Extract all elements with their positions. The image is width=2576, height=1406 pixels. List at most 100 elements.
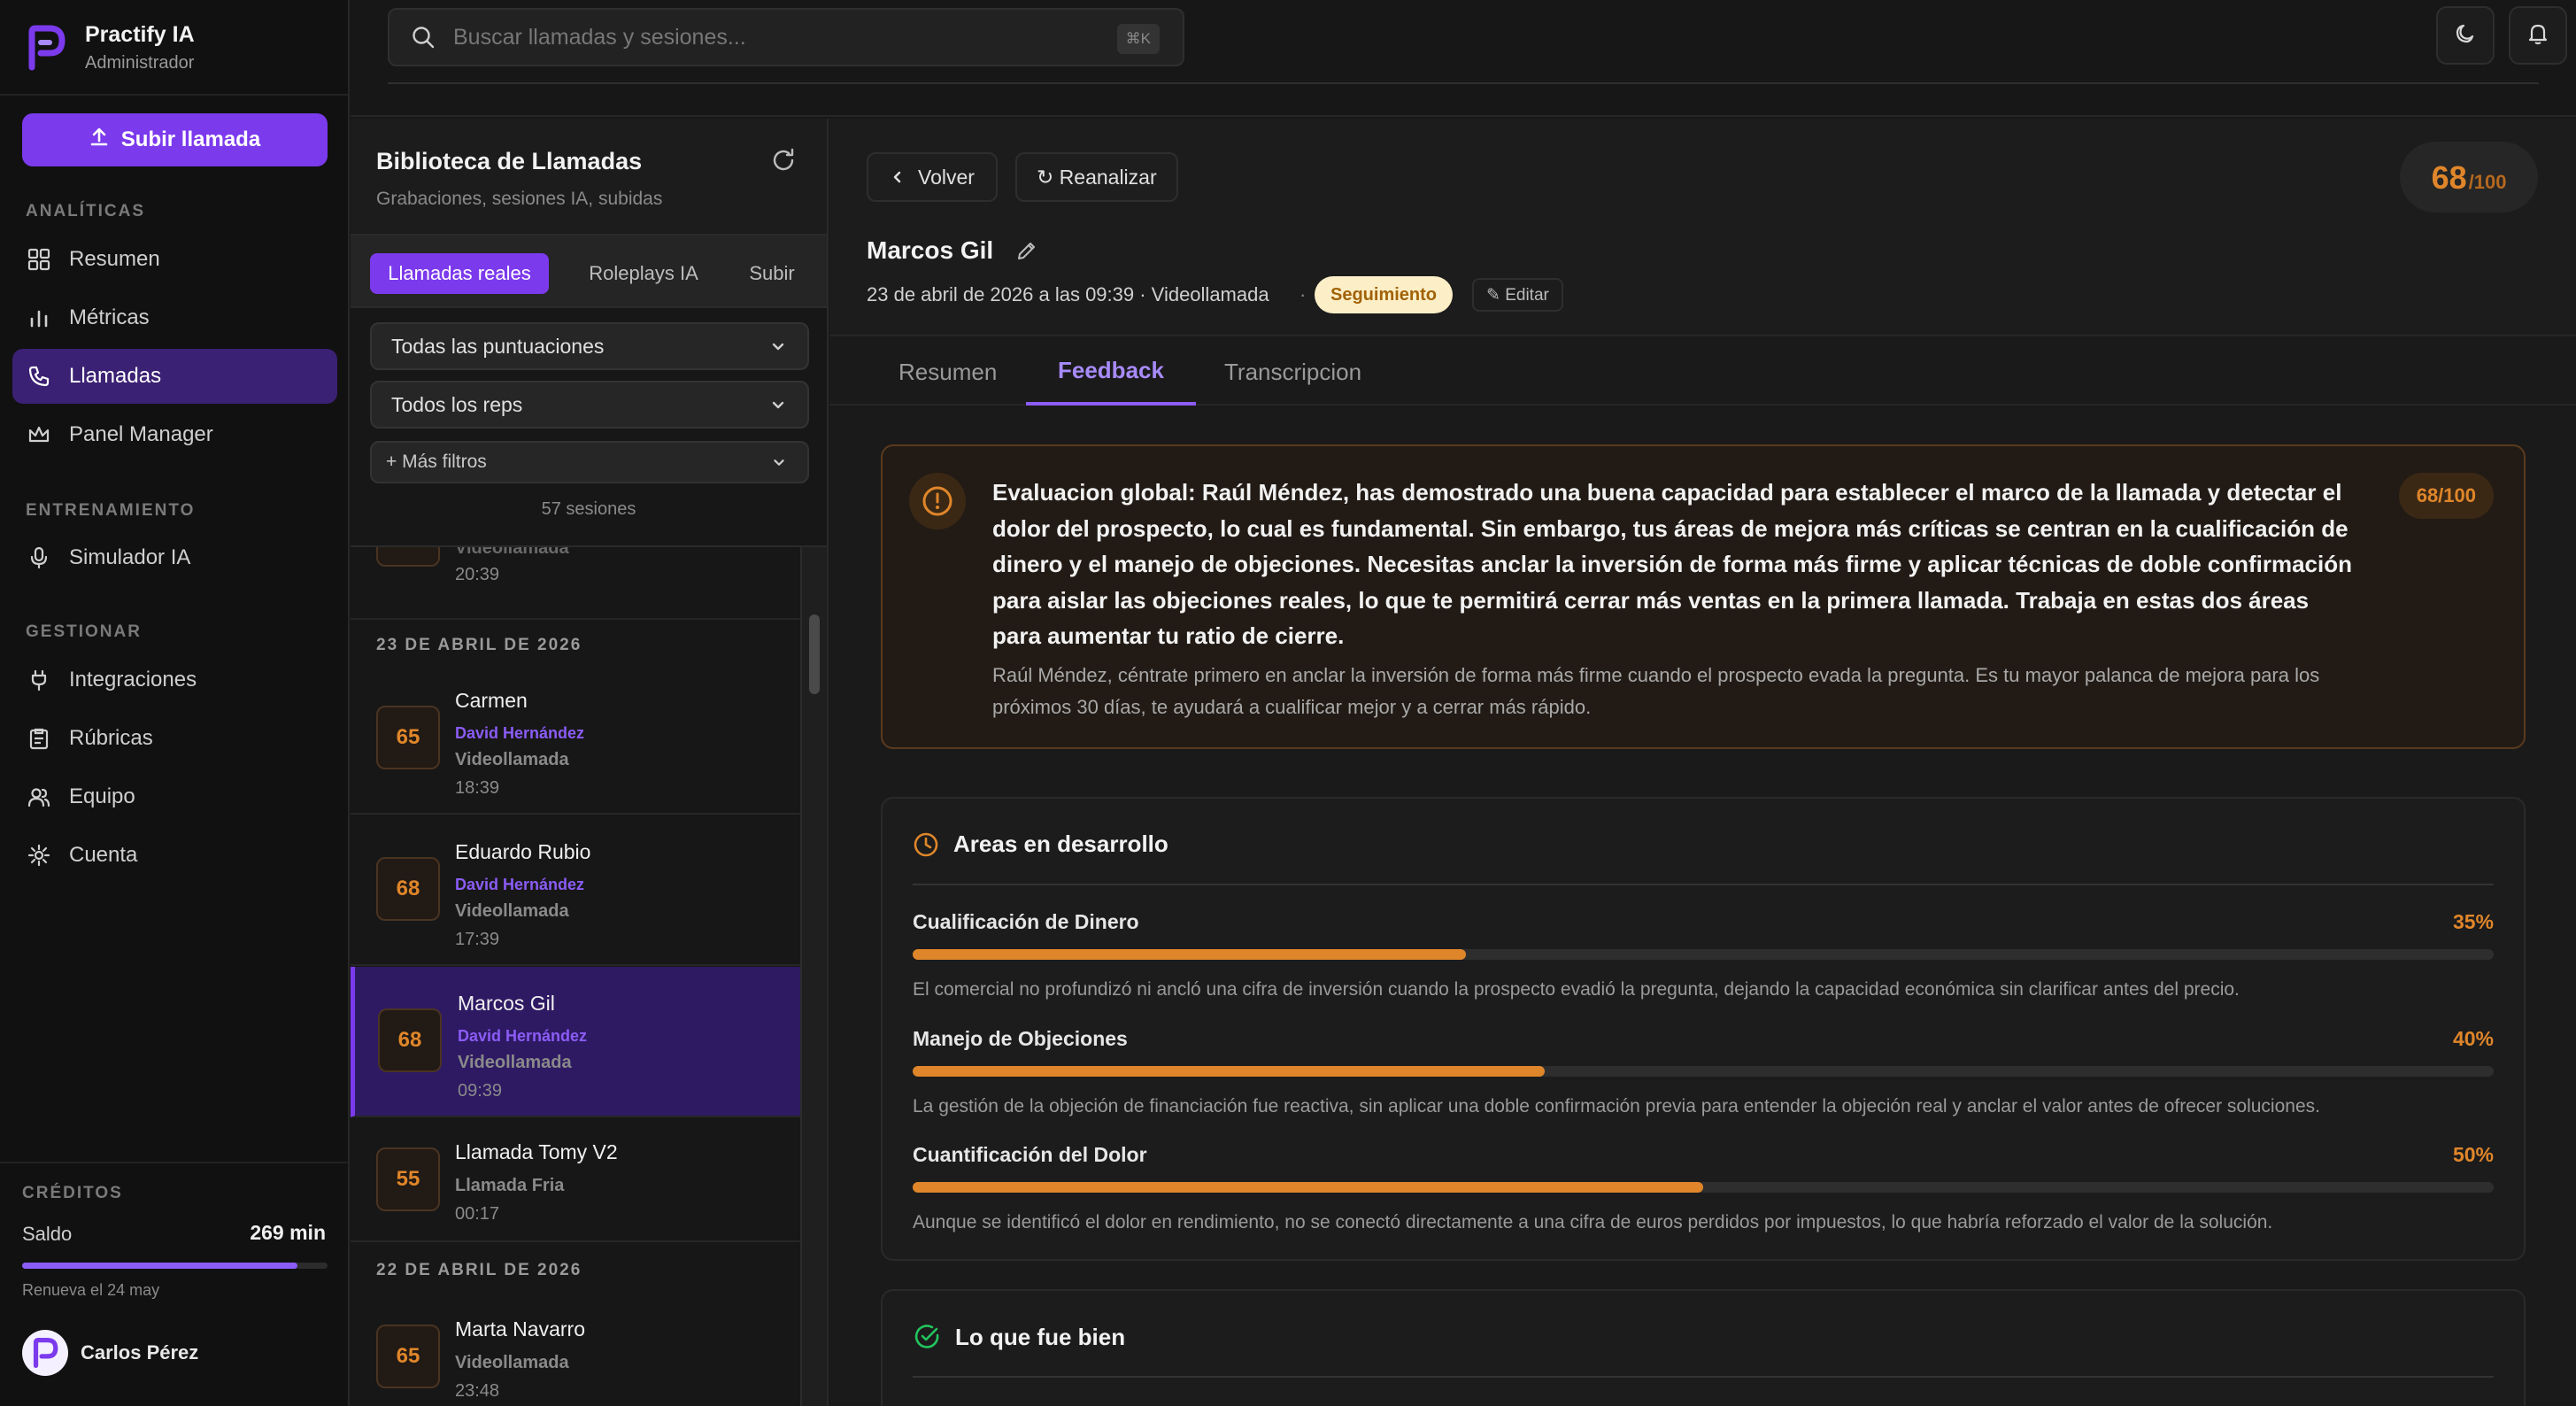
tab-roleplays[interactable]: Roleplays IA: [559, 253, 728, 294]
detail-tabs: Resumen Feedback Transcripcion: [829, 338, 2576, 406]
strengths-title-text: Lo que fue bien: [955, 1323, 1126, 1350]
clipboard-icon: [27, 726, 51, 751]
status-badge[interactable]: Seguimiento: [1315, 276, 1454, 313]
list-item[interactable]: 68 Eduardo Rubio David Hernández Videoll…: [351, 815, 800, 966]
chevron-down-icon: [768, 395, 788, 420]
sidebar-item-resumen[interactable]: Resumen: [12, 232, 337, 287]
bar-chart-icon: [27, 305, 51, 330]
sidebar-item-integraciones[interactable]: Integraciones: [12, 653, 337, 707]
list-item-selected[interactable]: 68 Marcos Gil David Hernández Videollama…: [351, 967, 800, 1117]
call-name: Carmen: [455, 689, 528, 712]
sidebar-item-equipo[interactable]: Equipo: [12, 769, 337, 824]
strengths-title: Lo que fue bien: [913, 1323, 1125, 1351]
sidebar-item-label: Simulador IA: [69, 545, 191, 569]
score-badge: 68: [378, 1008, 442, 1072]
sidebar-item-rubricas[interactable]: Rúbricas: [12, 711, 337, 766]
chevron-down-icon: [770, 453, 788, 476]
edit-name-icon[interactable]: [1015, 239, 1038, 267]
sidebar-item-cuenta[interactable]: Cuenta: [12, 828, 337, 883]
divider: [388, 82, 2539, 84]
credits-label: CRÉDITOS: [22, 1184, 123, 1202]
call-type: Videollamada: [455, 750, 569, 769]
area-progress-bar: [913, 949, 2494, 960]
list-item[interactable]: 65 Marta Navarro Videollamada 23:48: [351, 1289, 800, 1406]
tab-feedback[interactable]: Feedback: [1026, 338, 1196, 406]
call-rep: David Hernández: [455, 876, 585, 893]
scrollbar-thumb[interactable]: [809, 614, 820, 694]
reanalyze-label: ↻ Reanalizar: [1037, 165, 1157, 189]
reanalyze-button[interactable]: ↻ Reanalizar: [1015, 152, 1178, 202]
search-input[interactable]: Buscar llamadas y sesiones... ⌘K: [388, 8, 1184, 66]
score-filter-select[interactable]: Todas las puntuaciones: [370, 322, 809, 370]
area-description: Aunque se identificó el dolor en rendimi…: [913, 1212, 2273, 1232]
sidebar-item-llamadas[interactable]: Llamadas: [12, 349, 337, 404]
credits-bar: [22, 1263, 328, 1269]
edit-button[interactable]: ✎ Editar: [1472, 278, 1563, 312]
overall-score-badge: 68/100: [2398, 473, 2494, 519]
gear-icon: [27, 843, 51, 868]
score-filter-value: Todas las puntuaciones: [391, 334, 605, 358]
call-time: 17:39: [455, 930, 500, 949]
sidebar-item-label: Equipo: [69, 784, 135, 808]
call-type: Videollamada: [455, 1353, 569, 1372]
tab-transcripcion[interactable]: Transcripcion: [1224, 338, 1361, 406]
call-name: Marcos Gil: [458, 992, 555, 1015]
phone-icon: [27, 364, 51, 389]
overall-evaluation-card: Evaluacion global: Raúl Méndez, has demo…: [881, 444, 2526, 749]
area-progress-fill: [913, 949, 1467, 960]
areas-title: Areas en desarrollo: [913, 830, 1168, 858]
contact-name: Marcos Gil: [867, 236, 994, 264]
tab-subir[interactable]: Subir: [735, 253, 809, 294]
call-time: 09:39: [458, 1081, 503, 1101]
sidebar-item-label: Resumen: [69, 247, 160, 271]
tab-resumen[interactable]: Resumen: [899, 338, 997, 406]
area-description: La gestión de la objeción de financiació…: [913, 1096, 2320, 1116]
sidebar-item-label: Rúbricas: [69, 726, 153, 750]
sidebar-item-metricas[interactable]: Métricas: [12, 290, 337, 345]
upload-call-button[interactable]: Subir llamada: [22, 113, 328, 166]
session-count: 57 sesiones: [541, 499, 636, 519]
call-time: 23:48: [455, 1381, 500, 1401]
theme-toggle-button[interactable]: [2436, 6, 2495, 65]
alert-circle-icon: [909, 473, 966, 529]
user-profile[interactable]: Carlos Pérez: [22, 1330, 198, 1376]
sidebar-item-label: Llamadas: [69, 364, 162, 388]
search-icon: [411, 25, 436, 50]
sidebar-item-label: Integraciones: [69, 668, 197, 691]
call-time: 00:17: [455, 1204, 500, 1224]
notifications-button[interactable]: [2509, 6, 2567, 65]
refresh-icon[interactable]: [770, 147, 797, 178]
rep-filter-select[interactable]: Todos los reps: [370, 381, 809, 429]
back-label: Volver: [918, 165, 975, 189]
area-description: El comercial no profundizó ni ancló una …: [913, 979, 2240, 1000]
topbar: Buscar llamadas y sesiones... ⌘K: [351, 0, 2576, 117]
list-item[interactable]: 55 Llamada Tomy V2 Llamada Fria 00:17: [351, 1118, 800, 1242]
call-rep: David Hernández: [458, 1027, 588, 1045]
back-button[interactable]: Volver: [867, 152, 998, 202]
crown-icon: [27, 422, 51, 447]
score-value: 68: [2431, 159, 2467, 196]
detail-header: Volver ↻ Reanalizar 68 /100 Marcos Gil 2…: [829, 119, 2576, 336]
sidebar-item-simulador[interactable]: Simulador IA: [12, 530, 337, 585]
call-name: Llamada Tomy V2: [455, 1140, 618, 1163]
rep-filter-value: Todos los reps: [391, 392, 523, 416]
upload-icon: [89, 127, 109, 153]
area-progress-fill: [913, 1182, 1703, 1193]
call-library: Biblioteca de Llamadas Grabaciones, sesi…: [351, 119, 829, 1406]
area-progress-bar: [913, 1182, 2494, 1193]
date-header: 22 DE ABRIL DE 2026: [376, 1261, 582, 1279]
section-manage: GESTIONAR: [26, 622, 142, 641]
area-progress-bar: [913, 1066, 2494, 1077]
sidebar-item-panel-manager[interactable]: Panel Manager: [12, 407, 337, 462]
more-filters-button[interactable]: + Más filtros: [370, 441, 809, 483]
brand[interactable]: Practify IA Administrador: [27, 21, 195, 74]
list-item[interactable]: 65 Carmen David Hernández Videollamada 1…: [351, 664, 800, 815]
app-root: Practify IA Administrador Subir llamada …: [0, 0, 2576, 1406]
scrollbar[interactable]: [800, 547, 827, 1406]
search-placeholder: Buscar llamadas y sesiones...: [453, 24, 746, 50]
tab-llamadas-reales[interactable]: Llamadas reales: [370, 253, 549, 294]
shortcut-badge: ⌘K: [1116, 24, 1160, 54]
list-item[interactable]: Videollamada 20:39: [351, 547, 800, 620]
overall-evaluation-text: Evaluacion global: Raúl Méndez, has demo…: [992, 479, 2353, 649]
library-header: Biblioteca de Llamadas Grabaciones, sesi…: [351, 119, 827, 234]
